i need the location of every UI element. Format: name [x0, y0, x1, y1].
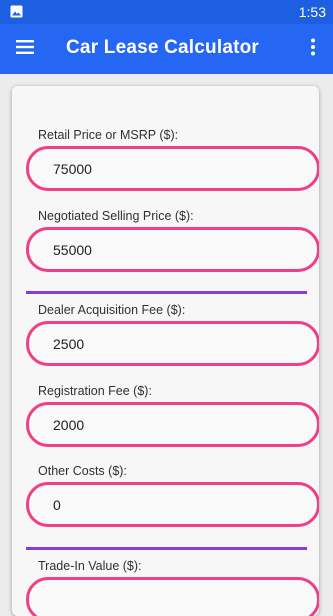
image-icon [10, 5, 23, 18]
other-costs-input[interactable] [26, 482, 319, 527]
section-divider [26, 547, 307, 550]
acquisition-fee-label: Dealer Acquisition Fee ($): [38, 303, 186, 317]
negotiated-price-input[interactable] [26, 227, 319, 272]
retail-price-label: Retail Price or MSRP ($): [38, 128, 179, 142]
negotiated-price-label: Negotiated Selling Price ($): [38, 209, 194, 223]
status-time: 1:53 [298, 4, 326, 20]
app-bar: Car Lease Calculator [0, 24, 333, 74]
acquisition-fee-input[interactable] [26, 321, 319, 366]
menu-icon [16, 39, 34, 59]
trade-in-label: Trade-In Value ($): [38, 559, 142, 573]
overflow-menu-button[interactable] [301, 36, 325, 62]
more-vert-icon [310, 38, 316, 61]
menu-button[interactable] [12, 36, 38, 62]
registration-fee-input[interactable] [26, 402, 319, 447]
retail-price-input[interactable] [26, 146, 319, 191]
status-bar: 1:53 [0, 0, 333, 24]
other-costs-label: Other Costs ($): [38, 464, 127, 478]
trade-in-input[interactable] [26, 577, 319, 616]
registration-fee-label: Registration Fee ($): [38, 384, 152, 398]
app-title: Car Lease Calculator [66, 37, 260, 58]
section-divider [26, 291, 307, 294]
calculator-form-card: Retail Price or MSRP ($): Negotiated Sel… [12, 86, 319, 616]
